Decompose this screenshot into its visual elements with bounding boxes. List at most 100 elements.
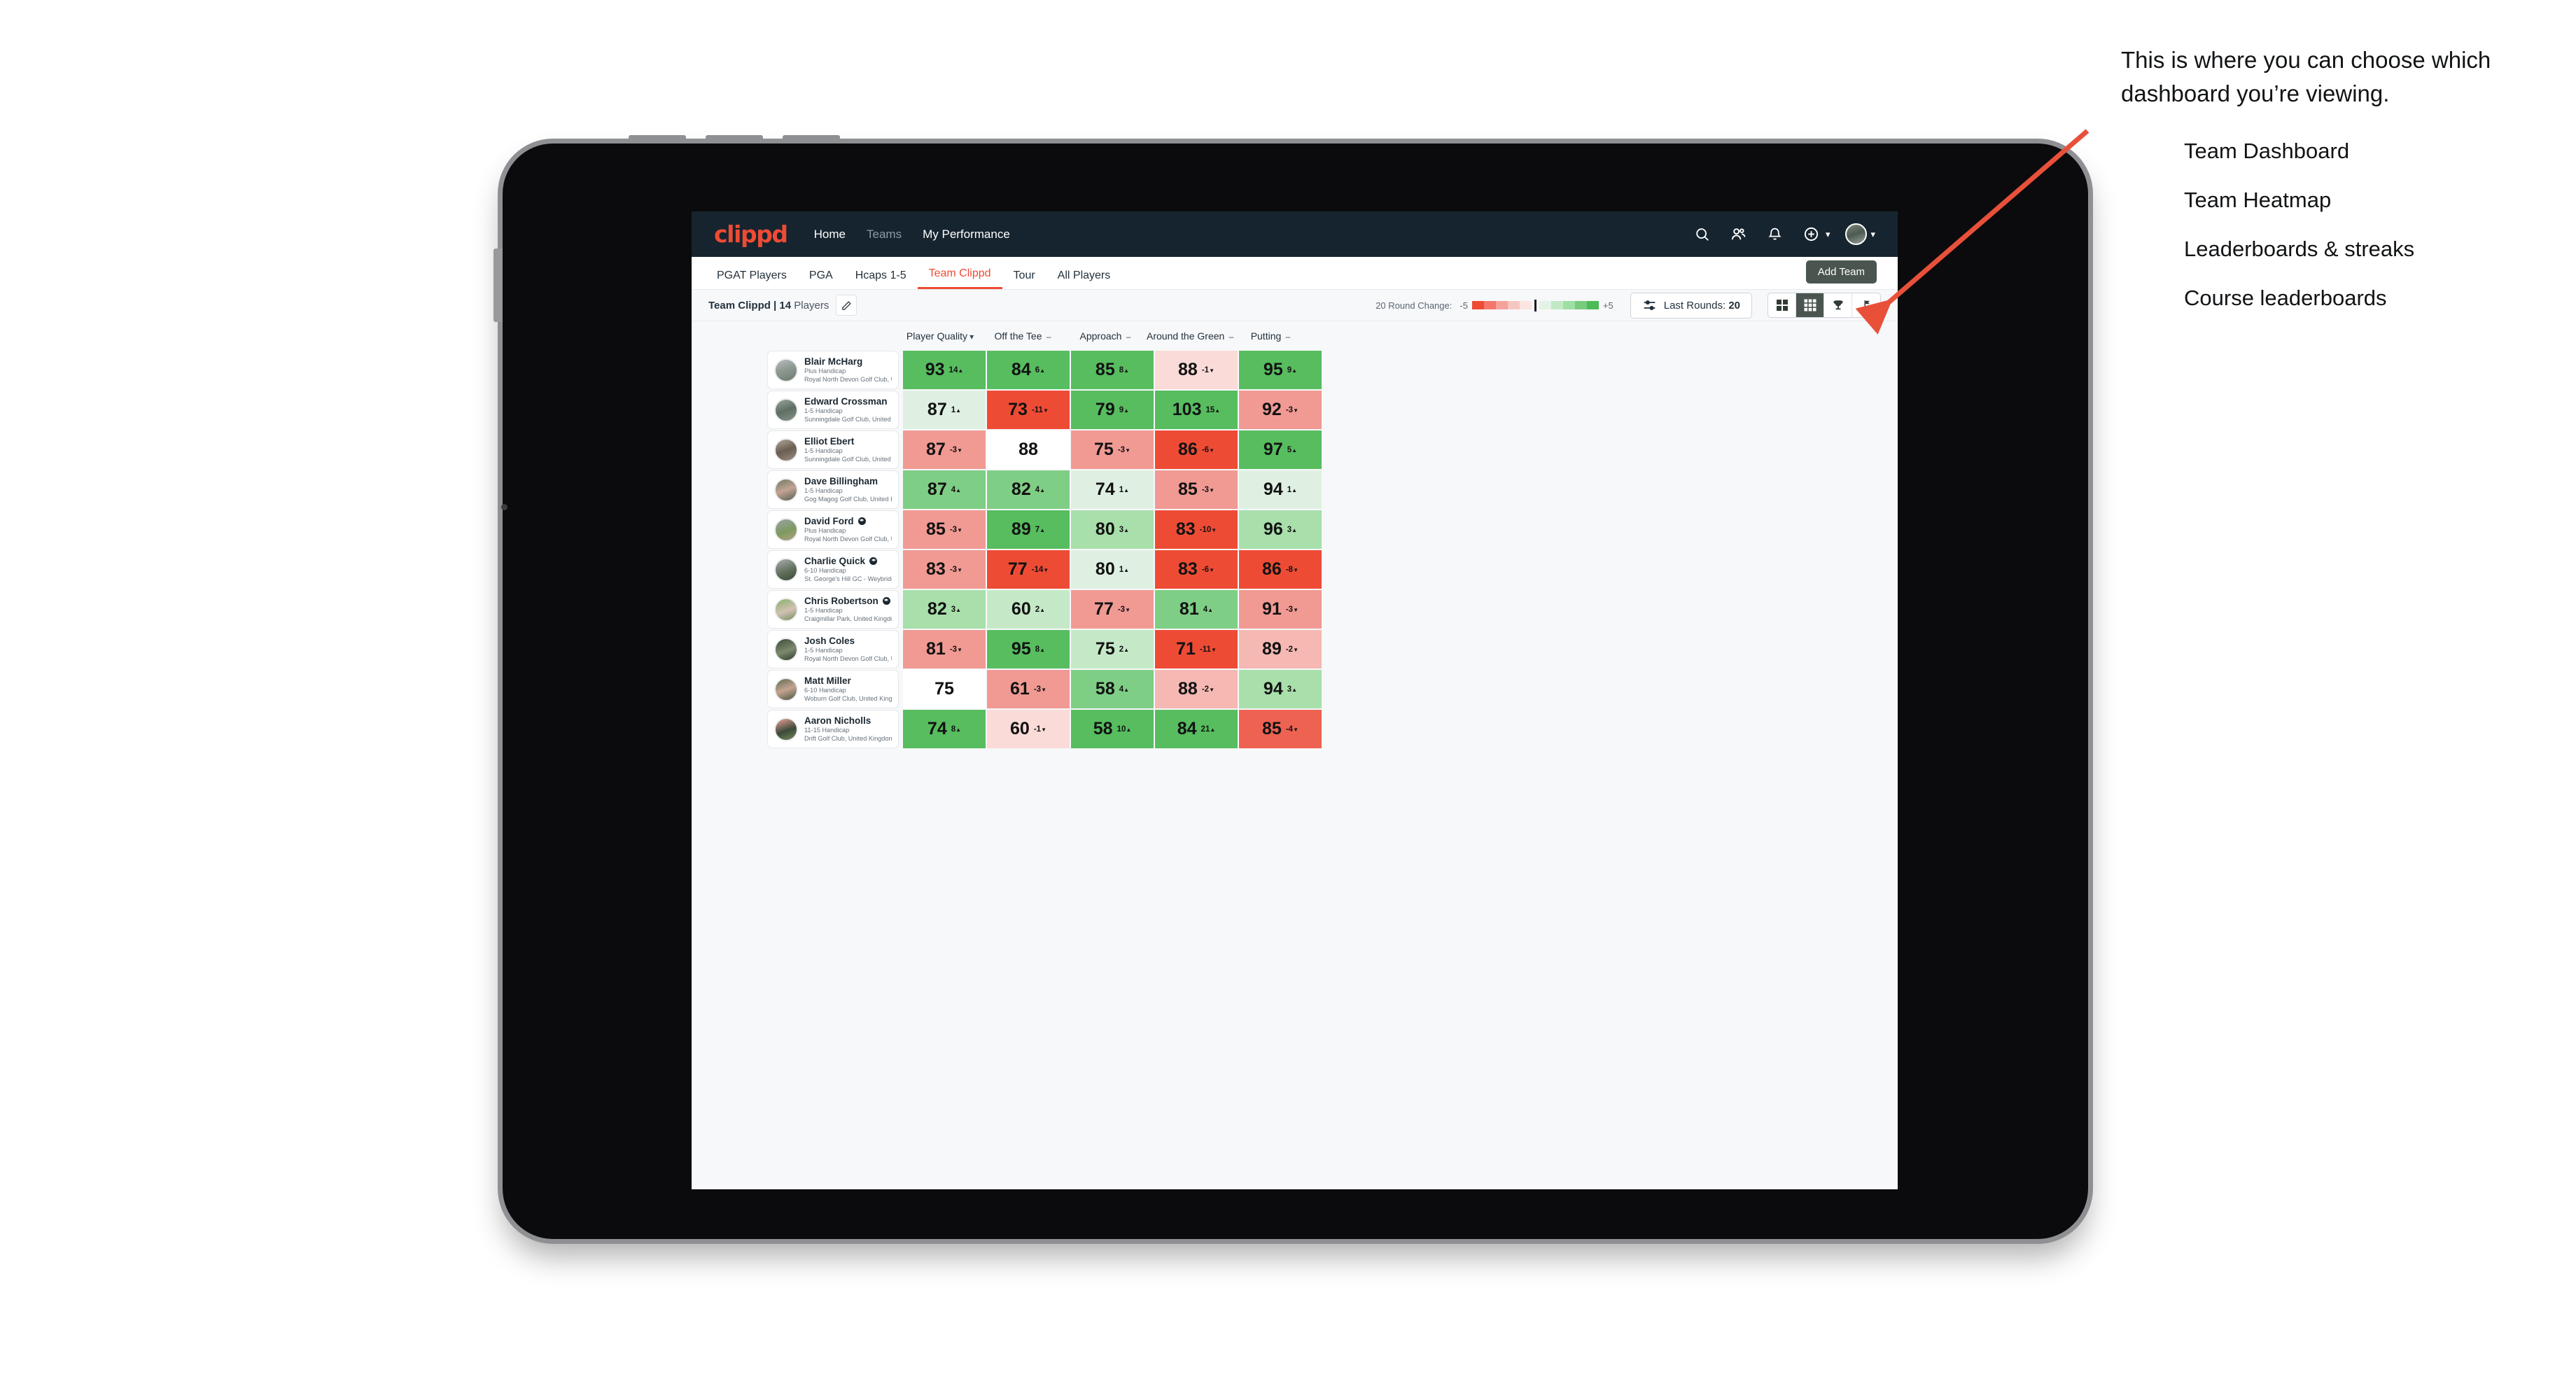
- heatmap-cell[interactable]: 58 4▲: [1071, 670, 1154, 708]
- heatmap-cell[interactable]: 88: [987, 430, 1070, 469]
- column-header-around-the-green[interactable]: Around the Green –: [1147, 330, 1233, 342]
- heatmap-cell[interactable]: 91 -3▼: [1239, 590, 1322, 629]
- heatmap-cell[interactable]: 93 14▲: [903, 351, 986, 389]
- player-card[interactable]: Josh Coles 1-5 Handicap Royal North Devon …: [767, 630, 899, 668]
- heatmap-cell[interactable]: 58 10▲: [1071, 710, 1154, 748]
- arrow-up-icon: ▲: [955, 407, 962, 414]
- tab-pga[interactable]: PGA: [798, 270, 844, 289]
- heatmap-cell[interactable]: 88 -2▼: [1155, 670, 1238, 708]
- people-icon[interactable]: [1728, 224, 1749, 245]
- arrow-down-icon: ▼: [1042, 407, 1049, 414]
- cell-delta-number: 21: [1200, 724, 1210, 734]
- plus-circle-icon[interactable]: [1801, 224, 1822, 245]
- last-rounds-button[interactable]: Last Rounds: 20: [1630, 292, 1752, 318]
- heatmap-cell[interactable]: 85 -3▼: [903, 510, 986, 549]
- column-header-putting[interactable]: Putting –: [1229, 330, 1312, 342]
- player-card[interactable]: Elliot Ebert 1-5 Handicap Sunningdale Golf…: [767, 430, 899, 469]
- player-card[interactable]: Aaron Nicholls 11-15 Handicap Drift Golf C…: [767, 710, 899, 748]
- nav-link-my-performance[interactable]: My Performance: [923, 227, 1010, 241]
- tab-tour[interactable]: Tour: [1002, 270, 1046, 289]
- tab-team-clippd[interactable]: Team Clippd: [917, 267, 1002, 289]
- heatmap-cell[interactable]: 85 8▲: [1071, 351, 1154, 389]
- heatmap-cell[interactable]: 83 -3▼: [903, 550, 986, 589]
- cell-delta: -3▼: [1118, 446, 1130, 454]
- heatmap-cell[interactable]: 73 -11▼: [987, 391, 1070, 429]
- heatmap-cell[interactable]: 84 6▲: [987, 351, 1070, 389]
- bell-icon[interactable]: [1765, 224, 1786, 245]
- heatmap-cell[interactable]: 87 4▲: [903, 470, 986, 509]
- heatmap-cell[interactable]: 75 2▲: [1071, 630, 1154, 668]
- cell-delta: 8▲: [1035, 645, 1045, 654]
- cell-value: 75: [934, 679, 954, 699]
- heatmap-cell[interactable]: 95 8▲: [987, 630, 1070, 668]
- player-card[interactable]: Edward Crossman 1-5 Handicap Sunningdale G…: [767, 391, 899, 429]
- tab-hcaps-1-5[interactable]: Hcaps 1-5: [844, 270, 918, 289]
- cell-value: 79: [1095, 400, 1115, 419]
- heatmap-cell[interactable]: 79 9▲: [1071, 391, 1154, 429]
- nav-link-teams[interactable]: Teams: [867, 227, 902, 241]
- heatmap-cell[interactable]: 60 -1▼: [987, 710, 1070, 748]
- heatmap-cell[interactable]: 74 1▲: [1071, 470, 1154, 509]
- heatmap-cell[interactable]: 85 -3▼: [1155, 470, 1238, 509]
- heatmap-cell[interactable]: 95 9▲: [1239, 351, 1322, 389]
- grid-4-view-button[interactable]: [1768, 293, 1796, 317]
- heatmap-cell[interactable]: 84 21▲: [1155, 710, 1238, 748]
- heatmap-cell[interactable]: 85 -4▼: [1239, 710, 1322, 748]
- cell-value: 61: [1010, 679, 1030, 699]
- heatmap-cell[interactable]: 96 3▲: [1239, 510, 1322, 549]
- nav-link-home[interactable]: Home: [814, 227, 846, 241]
- edit-team-button[interactable]: [836, 295, 858, 316]
- player-card[interactable]: Charlie Quick 6-10 Handicap St. George's H…: [767, 550, 899, 589]
- heatmap-cell[interactable]: 103 15▲: [1155, 391, 1238, 429]
- clippd-logo[interactable]: clippd: [714, 220, 788, 248]
- heatmap-cell[interactable]: 71 -11▼: [1155, 630, 1238, 668]
- heatmap-cell[interactable]: 82 3▲: [903, 590, 986, 629]
- column-header-player-quality[interactable]: Player Quality ▾: [899, 330, 981, 342]
- heatmap-cell[interactable]: 60 2▲: [987, 590, 1070, 629]
- grid-9-view-button[interactable]: [1796, 293, 1824, 317]
- tablet-button-top-2: [706, 135, 763, 144]
- heatmap-cell[interactable]: 80 1▲: [1071, 550, 1154, 589]
- heatmap-cell[interactable]: 74 8▲: [903, 710, 986, 748]
- heatmap-cell[interactable]: 77 -3▼: [1071, 590, 1154, 629]
- heatmap-cell[interactable]: 87 -3▼: [903, 430, 986, 469]
- tab-pgat-players[interactable]: PGAT Players: [706, 270, 798, 289]
- player-card[interactable]: Dave Billingham 1-5 Handicap Gog Magog Gol…: [767, 470, 899, 509]
- heatmap-cell[interactable]: 81 -3▼: [903, 630, 986, 668]
- heatmap-cell[interactable]: 61 -3▼: [987, 670, 1070, 708]
- column-header-off-the-tee[interactable]: Off the Tee –: [981, 330, 1064, 342]
- cell-value: 73: [1008, 400, 1028, 419]
- heatmap-cell[interactable]: 81 4▲: [1155, 590, 1238, 629]
- heatmap-cell[interactable]: 86 -6▼: [1155, 430, 1238, 469]
- cell-delta: -3▼: [1286, 606, 1298, 614]
- player-card[interactable]: Blair McHarg Plus Handicap Royal North Dev…: [767, 351, 899, 389]
- heatmap-cell[interactable]: 75: [903, 670, 986, 708]
- heatmap-cell[interactable]: 83 -6▼: [1155, 550, 1238, 589]
- player-card[interactable]: Matt Miller 6-10 Handicap Woburn Golf Club…: [767, 670, 899, 708]
- tab-all-players[interactable]: All Players: [1046, 270, 1122, 289]
- heatmap-cell[interactable]: 86 -8▼: [1239, 550, 1322, 589]
- cell-value: 88: [1178, 360, 1198, 379]
- cell-delta: -2▼: [1286, 645, 1298, 654]
- heatmap-cell[interactable]: 89 7▲: [987, 510, 1070, 549]
- heatmap-cell[interactable]: 92 -3▼: [1239, 391, 1322, 429]
- player-card[interactable]: Chris Robertson 1-5 Handicap Craigmillar P…: [767, 590, 899, 629]
- column-header-approach[interactable]: Approach –: [1064, 330, 1147, 342]
- heatmap-cell[interactable]: 80 3▲: [1071, 510, 1154, 549]
- heatmap-cell[interactable]: 97 5▲: [1239, 430, 1322, 469]
- arrow-down-icon: ▼: [1209, 686, 1214, 693]
- plus-chevron-down-icon[interactable]: ▾: [1826, 229, 1830, 240]
- heatmap-cell[interactable]: 82 4▲: [987, 470, 1070, 509]
- heatmap-cell[interactable]: 83 -10▼: [1155, 510, 1238, 549]
- heatmap-cell[interactable]: 94 3▲: [1239, 670, 1322, 708]
- chevron-down-icon: ▾: [969, 332, 974, 342]
- heatmap-cell[interactable]: 94 1▲: [1239, 470, 1322, 509]
- search-icon[interactable]: [1692, 224, 1713, 245]
- verified-graduate-badge-icon: [869, 556, 878, 565]
- heatmap-cell[interactable]: 77 -14▼: [987, 550, 1070, 589]
- heatmap-cell[interactable]: 75 -3▼: [1071, 430, 1154, 469]
- heatmap-cell[interactable]: 89 -2▼: [1239, 630, 1322, 668]
- heatmap-cell[interactable]: 88 -1▼: [1155, 351, 1238, 389]
- heatmap-cell[interactable]: 87 1▲: [903, 391, 986, 429]
- player-card[interactable]: David Ford Plus Handicap Royal North Devon…: [767, 510, 899, 549]
